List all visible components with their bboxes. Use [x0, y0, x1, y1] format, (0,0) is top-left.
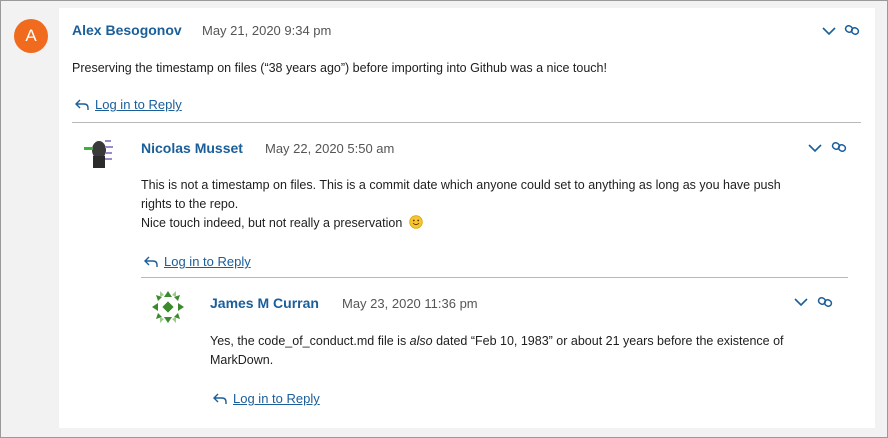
login-to-reply-link[interactable]: Log in to Reply [164, 254, 251, 269]
avatar [81, 134, 117, 170]
chevron-down-icon[interactable] [807, 140, 823, 156]
comment-body-line: This is not a timestamp on files. This i… [141, 178, 781, 192]
divider [141, 277, 848, 278]
comment-body-line: Yes, the code_of_conduct.md file is also… [210, 332, 850, 351]
comment-date[interactable]: May 23, 2020 11:36 pm [342, 296, 478, 311]
comment-body-line: Nice touch indeed, but not really a pres… [141, 214, 861, 233]
reply-arrow-icon[interactable] [144, 256, 158, 268]
comment-body-text: Nice touch indeed, but not really a pres… [141, 216, 403, 230]
comment-body-text: Yes, the code_of_conduct.md file is [210, 334, 410, 348]
comments-card: Alex Besogonov May 21, 2020 9:34 pm Pres… [59, 8, 875, 428]
reply-control[interactable]: Log in to Reply [213, 391, 320, 406]
link-icon[interactable] [844, 22, 860, 38]
smiley-icon [409, 215, 423, 229]
avatar [150, 289, 186, 325]
reply-control[interactable]: Log in to Reply [75, 97, 182, 112]
divider [72, 122, 861, 123]
reply-arrow-icon[interactable] [75, 99, 89, 111]
avatar: A [14, 19, 48, 53]
comment-author[interactable]: Nicolas Musset [141, 140, 243, 156]
comment-body-emphasis: also [409, 334, 433, 348]
comment-date[interactable]: May 22, 2020 5:50 am [265, 141, 394, 156]
login-to-reply-link[interactable]: Log in to Reply [233, 391, 320, 406]
comment-body: This is not a timestamp on files. This i… [141, 176, 861, 233]
comment-author[interactable]: Alex Besogonov [72, 22, 182, 38]
reply-control[interactable]: Log in to Reply [144, 254, 251, 269]
link-icon[interactable] [817, 294, 833, 310]
chevron-down-icon[interactable] [821, 23, 837, 39]
comment-body-line: MarkDown. [210, 353, 274, 367]
link-icon[interactable] [831, 139, 847, 155]
comment-body-text: dated “Feb 10, 1983” or about 21 years b… [432, 334, 784, 348]
reply-arrow-icon[interactable] [213, 393, 227, 405]
comment-date[interactable]: May 21, 2020 9:34 pm [202, 23, 331, 38]
login-to-reply-link[interactable]: Log in to Reply [95, 97, 182, 112]
chevron-down-icon[interactable] [793, 294, 809, 310]
comment-body: Preserving the timestamp on files (“38 y… [72, 61, 607, 75]
comment-body-line: rights to the repo. [141, 197, 239, 211]
comment-body: Yes, the code_of_conduct.md file is also… [210, 332, 850, 370]
comment-author[interactable]: James M Curran [210, 295, 319, 311]
